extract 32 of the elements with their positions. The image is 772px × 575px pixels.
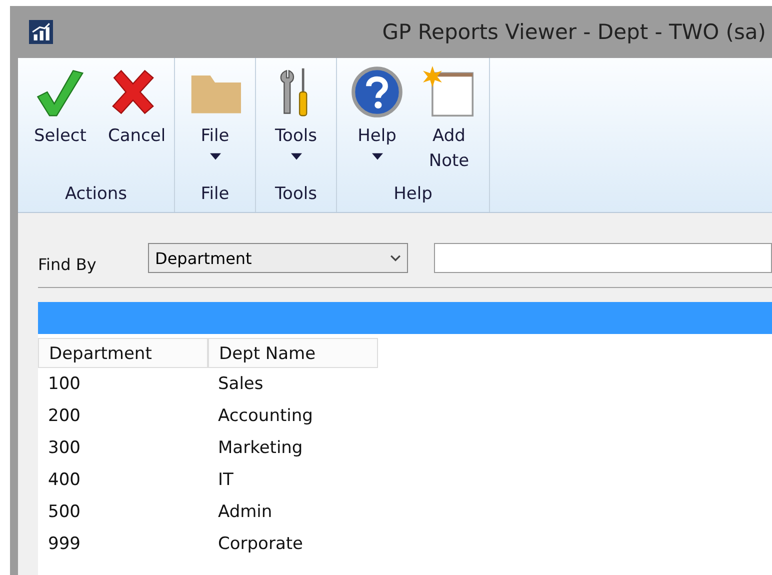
find-by-dropdown[interactable]: Department [148, 243, 408, 273]
note-icon [423, 66, 475, 118]
group-label: File [200, 184, 230, 204]
table-cell-text: Marketing [217, 438, 304, 458]
table-cell-text: 300 [47, 438, 82, 458]
ribbon-button[interactable]: Select [22, 66, 96, 178]
chevron-down-icon [390, 254, 401, 262]
group-label: Actions [64, 184, 128, 204]
column-header[interactable]: Department [38, 338, 208, 368]
table-cell-text: IT [217, 470, 234, 490]
ribbon-button[interactable]: Tools [260, 66, 332, 178]
table-cell-text: 500 [47, 502, 82, 522]
help-icon [351, 66, 403, 118]
window-title: GP Reports Viewer - Dept - TWO (sa) [382, 20, 766, 44]
table-cell-text: Sales [217, 374, 264, 394]
find-by-label: Find By [38, 254, 98, 274]
table-cell-text: 999 [47, 534, 82, 554]
table-cell-text: Accounting [217, 406, 314, 426]
group-label: Tools [275, 184, 317, 204]
table-cell-text: 200 [47, 406, 82, 426]
table-cell-text: Admin [217, 502, 274, 522]
table-cell-text: Corporate [217, 534, 304, 554]
ribbon-button[interactable]: Cancel [96, 66, 170, 178]
ribbon-button[interactable]: Help [341, 66, 413, 178]
ribbon-button[interactable]: File [179, 66, 251, 178]
table-cell-text: 100 [47, 374, 82, 394]
ribbon-button[interactable]: Add Note [413, 66, 485, 178]
group-label: Help [394, 184, 432, 204]
search-field[interactable] [434, 243, 772, 273]
column-header[interactable]: Dept Name [208, 338, 378, 368]
app-icon [29, 20, 53, 44]
table-cell-text: 400 [47, 470, 82, 490]
